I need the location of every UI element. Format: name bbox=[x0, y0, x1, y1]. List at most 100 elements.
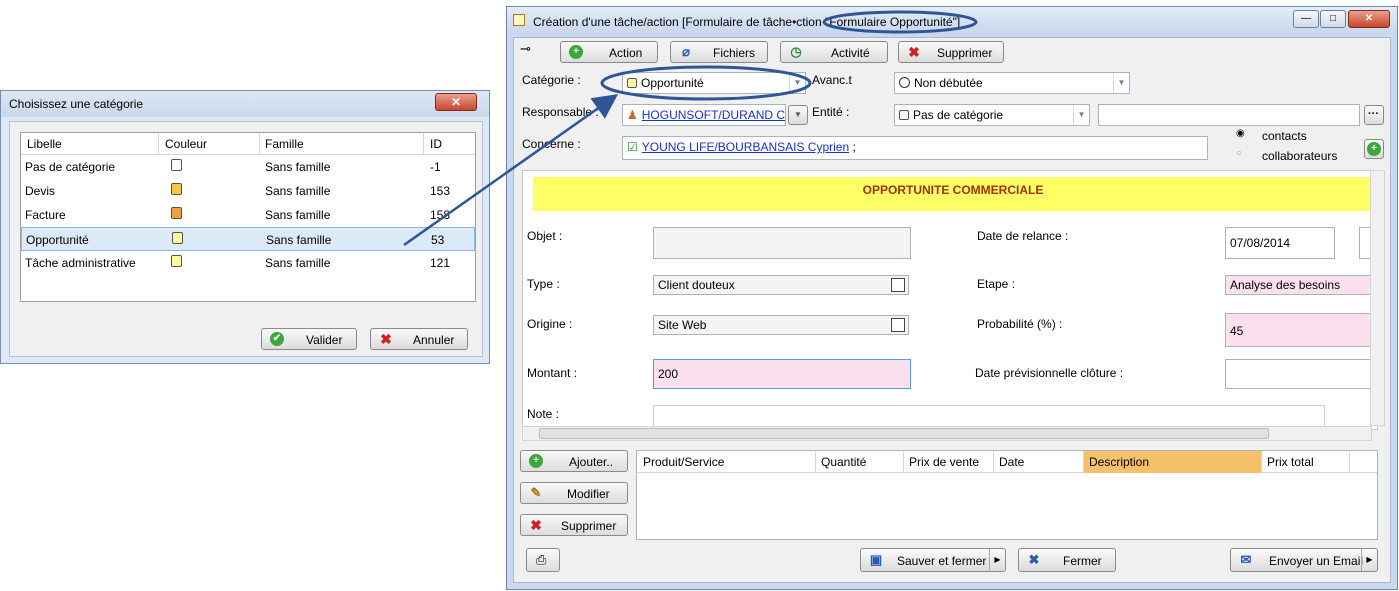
chevron-right-icon[interactable]: ▶ bbox=[989, 549, 1005, 571]
progress-select[interactable]: Non débutée ▼ bbox=[894, 72, 1130, 94]
add-contact-button[interactable]: + bbox=[1364, 139, 1384, 159]
chevron-down-icon: ▼ bbox=[794, 110, 802, 119]
object-input[interactable] bbox=[653, 227, 911, 259]
cross-icon: ✖ bbox=[380, 331, 392, 347]
task-icon bbox=[513, 14, 525, 26]
task-window: Création d'une tâche/action [Formulaire … bbox=[506, 6, 1398, 590]
probability-label: Probabilité (%) : bbox=[977, 317, 1063, 331]
add-icon: + bbox=[1367, 142, 1381, 156]
form-vertical-scrollbar[interactable] bbox=[1370, 170, 1385, 426]
printer-icon: ⎙ bbox=[536, 552, 547, 567]
entity-extra-field[interactable] bbox=[1098, 104, 1360, 126]
type-field[interactable]: Client douteux bbox=[653, 275, 909, 295]
relance-label: Date de relance : bbox=[977, 229, 1069, 243]
chevron-down-icon[interactable]: ▼ bbox=[1113, 73, 1129, 93]
dialog-body: Libelle Couleur Famille ID Pas de catégo… bbox=[9, 121, 483, 357]
pin-icon[interactable]: ⊸ bbox=[520, 41, 531, 57]
dialog-title-bar: Choisissez une catégorie ✕ bbox=[1, 91, 489, 117]
column-header-couleur[interactable]: Couleur bbox=[165, 137, 207, 151]
category-libelle: Pas de catégorie bbox=[25, 160, 116, 174]
column-header-product[interactable]: Produit/Service bbox=[643, 455, 724, 469]
category-libelle: Opportunité bbox=[26, 233, 89, 247]
probability-input[interactable]: 45 bbox=[1225, 313, 1375, 347]
category-color-swatch bbox=[171, 207, 182, 219]
owner-field[interactable]: ♟HOGUNSOFT/DURAND Cathe bbox=[622, 104, 786, 126]
column-header-quantity[interactable]: Quantité bbox=[821, 455, 866, 469]
chevron-down-icon[interactable]: ▼ bbox=[1073, 105, 1089, 125]
category-color-swatch bbox=[171, 183, 182, 195]
scrollbar-thumb[interactable] bbox=[539, 428, 1269, 439]
category-libelle: Tâche administrative bbox=[25, 256, 136, 270]
category-row[interactable]: Tâche administrative Sans famille 121 bbox=[21, 251, 475, 275]
mail-icon: ✉ bbox=[1240, 552, 1252, 567]
add-icon: + bbox=[529, 454, 543, 468]
category-row[interactable]: Devis Sans famille 153 bbox=[21, 179, 475, 203]
step-field[interactable]: Analyse des besoins bbox=[1225, 275, 1375, 295]
entity-select[interactable]: Pas de catégorie ▼ bbox=[894, 104, 1090, 126]
close-date-input[interactable] bbox=[1225, 359, 1375, 389]
category-label: Catégorie : bbox=[522, 73, 581, 87]
entity-color-swatch bbox=[899, 110, 909, 120]
save-close-button[interactable]: ▣ Sauver et fermer ▶ bbox=[860, 548, 1006, 572]
category-id: 53 bbox=[431, 233, 445, 247]
step-label: Etape : bbox=[977, 277, 1016, 291]
chevron-right-icon[interactable]: ▶ bbox=[1361, 549, 1377, 571]
progress-label: Avanc.t bbox=[812, 73, 852, 87]
dialog-close-button[interactable]: ✕ bbox=[435, 93, 477, 111]
clock-icon: ◷ bbox=[790, 44, 802, 59]
close-button[interactable]: ✖ Fermer bbox=[1018, 548, 1116, 572]
grid-header: Libelle Couleur Famille ID bbox=[21, 133, 475, 155]
owner-dropdown-button[interactable]: ▼ bbox=[788, 105, 808, 125]
category-famille: Sans famille bbox=[265, 184, 331, 198]
column-header-description[interactable]: Description bbox=[1089, 455, 1149, 469]
category-select[interactable]: Opportunité ▼ bbox=[622, 72, 806, 94]
delete-icon: ✖ bbox=[908, 44, 920, 60]
category-dialog: Choisissez une catégorie ✕ Libelle Coule… bbox=[0, 90, 490, 364]
validate-button[interactable]: ✔ Valider bbox=[261, 328, 357, 350]
category-row[interactable]: Opportunité Sans famille 53 bbox=[21, 227, 475, 251]
lookup-icon[interactable] bbox=[891, 278, 905, 292]
status-circle-icon bbox=[899, 77, 910, 88]
origin-field[interactable]: Site Web bbox=[653, 315, 909, 335]
form-banner: OPPORTUNITE COMMERCIALE bbox=[533, 177, 1373, 211]
more-button[interactable]: ··· bbox=[1364, 105, 1384, 125]
toolbar-delete-button[interactable]: ✖ Supprimer bbox=[898, 41, 1004, 63]
column-header-id[interactable]: ID bbox=[430, 137, 442, 151]
category-libelle: Facture bbox=[25, 208, 66, 222]
action-button[interactable]: + Action bbox=[560, 41, 658, 63]
radio-contacts[interactable]: ◉ bbox=[1236, 128, 1245, 139]
category-libelle: Devis bbox=[25, 184, 56, 198]
dialog-title: Choisissez une catégorie bbox=[9, 97, 144, 111]
delete-product-button[interactable]: ✖ Supprimer bbox=[520, 514, 628, 536]
maximize-button[interactable]: □ bbox=[1320, 10, 1346, 28]
column-header-libelle[interactable]: Libelle bbox=[27, 137, 62, 151]
minimize-button[interactable]: — bbox=[1293, 10, 1319, 28]
amount-input[interactable]: 200 bbox=[653, 359, 911, 389]
concerns-field[interactable]: ☑ YOUNG LIFE/BOURBANSAIS Cyprien ; bbox=[622, 136, 1208, 160]
add-product-button[interactable]: + Ajouter.. bbox=[520, 450, 628, 472]
edit-product-button[interactable]: ✎ Modifier bbox=[520, 482, 628, 504]
column-header-price[interactable]: Prix de vente bbox=[909, 455, 979, 469]
note-label: Note : bbox=[527, 407, 560, 421]
window-title-bar: Création d'une tâche/action [Formulaire … bbox=[507, 7, 1397, 35]
category-row[interactable]: Pas de catégorie Sans famille -1 bbox=[21, 155, 475, 179]
save-icon: ▣ bbox=[869, 552, 883, 567]
relance-date-input[interactable]: 07/08/2014 bbox=[1225, 227, 1335, 259]
column-header-famille[interactable]: Famille bbox=[265, 137, 304, 151]
concerns-label: Concerne : bbox=[522, 137, 581, 151]
column-header-date[interactable]: Date bbox=[999, 455, 1024, 469]
lookup-icon[interactable] bbox=[891, 318, 905, 332]
user-icon: ♟ bbox=[627, 108, 638, 122]
files-button[interactable]: ⌀ Fichiers bbox=[670, 41, 768, 63]
pencil-icon: ✎ bbox=[530, 485, 542, 500]
chevron-down-icon[interactable]: ▼ bbox=[789, 73, 805, 93]
cancel-button[interactable]: ✖ Annuler bbox=[370, 328, 468, 350]
window-close-button[interactable]: ✕ bbox=[1348, 10, 1390, 28]
activity-button[interactable]: ◷ Activité bbox=[780, 41, 888, 63]
category-row[interactable]: Facture Sans famille 158 bbox=[21, 203, 475, 227]
send-email-button[interactable]: ✉ Envoyer un Email ▶ bbox=[1230, 548, 1378, 572]
radio-collaborators[interactable]: ○ bbox=[1236, 148, 1242, 159]
column-header-total[interactable]: Prix total bbox=[1267, 455, 1314, 469]
form-horizontal-scrollbar[interactable] bbox=[522, 426, 1372, 441]
print-button[interactable]: ⎙ bbox=[526, 548, 560, 572]
